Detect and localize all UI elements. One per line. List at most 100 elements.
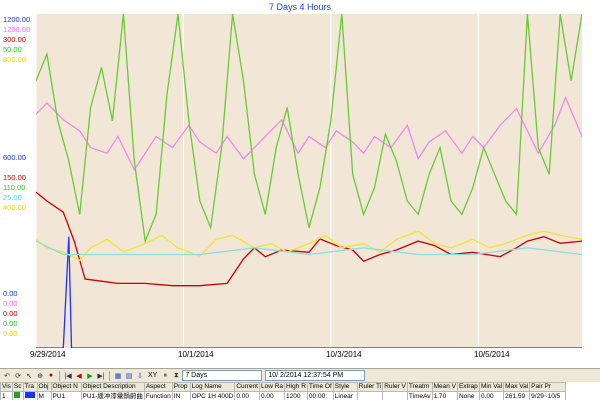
cell: 00:00: xyxy=(306,391,334,400)
col-header[interactable]: Low Ra xyxy=(258,382,286,392)
cell: 9/29~10/5 xyxy=(529,391,567,400)
scale-label: 0.00 xyxy=(3,309,18,318)
check-icon xyxy=(13,392,20,398)
scale-label: 0.00 xyxy=(3,289,18,298)
zoom-icon[interactable]: ⊕ xyxy=(35,370,45,381)
separator xyxy=(109,370,110,381)
scale-label: 0.00 xyxy=(3,319,18,328)
date-label: 10/3/2014 xyxy=(326,350,362,359)
cell: 0.00 xyxy=(258,391,286,400)
scale-label: 110.00 xyxy=(3,183,26,192)
back-icon[interactable]: ◀ xyxy=(74,370,84,381)
col-header[interactable]: Ruler V xyxy=(382,382,408,392)
scale-label: 0.00 xyxy=(3,329,18,338)
col-header[interactable]: Ruler Ti xyxy=(356,382,384,392)
table-row[interactable]: 1 M PU1 PU1-緩冲漆彙鍋蔚曲 Function IN OPC 1H 4… xyxy=(0,391,567,400)
col-header[interactable]: Object Description xyxy=(80,382,145,392)
cell: PU1-緩冲漆彙鍋蔚曲 xyxy=(80,391,145,400)
series-line-1 xyxy=(35,95,583,172)
stop-icon[interactable]: ● xyxy=(46,370,56,381)
scale-label: 1200.00 xyxy=(3,15,31,24)
separator xyxy=(59,370,60,381)
cell xyxy=(356,391,384,400)
cell-checkbox[interactable] xyxy=(11,391,24,400)
series-line-2 xyxy=(35,191,583,287)
time-range-value: 7 Days xyxy=(185,372,208,379)
cell: 1.70 xyxy=(431,391,458,400)
col-header[interactable]: Aspect xyxy=(143,382,173,392)
col-header[interactable]: Vis xyxy=(0,382,13,392)
date-label: 10/5/2014 xyxy=(474,350,510,359)
cell: PU1 xyxy=(50,391,82,400)
col-header[interactable]: Tra xyxy=(22,382,38,392)
cell: OPC 1H 400D xyxy=(189,391,236,400)
scale-label: 300.00 xyxy=(3,35,26,44)
col-header[interactable]: High R xyxy=(284,382,308,392)
col-header[interactable]: Treatm xyxy=(406,382,433,392)
cell: 0.00 xyxy=(478,391,505,400)
col-header[interactable]: Current xyxy=(234,382,260,392)
cell: IN xyxy=(171,391,191,400)
col-header[interactable]: Max Val xyxy=(503,382,531,392)
cell xyxy=(382,391,408,400)
series-line-0 xyxy=(36,236,582,349)
col-header[interactable]: Mean V xyxy=(431,382,458,392)
cell: None xyxy=(456,391,480,400)
undo-icon[interactable]: ↶ xyxy=(2,370,12,381)
scale-labels: 1200.00 1200.00 300.00 50.00 800.00 600.… xyxy=(0,14,36,348)
datetime-value: 10/ 2/2014 12:37:54 PM xyxy=(268,372,344,379)
date-label: 9/29/2014 xyxy=(30,350,66,359)
scale-label: 600.00 xyxy=(3,153,26,162)
trend-plot[interactable]: 7 Days 4 Hours 1200.00 1200.00 300.00 50… xyxy=(0,0,600,368)
export-icon[interactable]: ⇩ xyxy=(135,370,145,381)
cell: Linear xyxy=(332,391,358,400)
scale-label: 1200.00 xyxy=(3,25,31,34)
refresh-icon[interactable]: ⟳ xyxy=(13,370,23,381)
col-header[interactable]: Object N xyxy=(50,382,82,392)
cell: M xyxy=(36,391,52,400)
table-icon[interactable]: ▤ xyxy=(124,370,134,381)
scale-label: 25.00 xyxy=(3,193,22,202)
color-swatch xyxy=(24,392,35,398)
table-header-row: Vis Sc Tra Obj Object N Object Descripti… xyxy=(0,382,567,392)
chart-icon[interactable]: ▦ xyxy=(113,370,123,381)
plot-canvas[interactable] xyxy=(35,13,583,349)
scale-label: 150.00 xyxy=(3,173,26,182)
cell-color[interactable] xyxy=(22,391,38,400)
col-header[interactable]: Min Val xyxy=(478,382,505,392)
trend-title: 7 Days 4 Hours xyxy=(268,2,332,12)
series-line-3 xyxy=(35,13,583,244)
col-header[interactable]: Extrap xyxy=(456,382,480,392)
col-header[interactable]: Style xyxy=(332,382,358,392)
scale-label: 400.00 xyxy=(3,203,26,212)
play-icon[interactable]: ▶ xyxy=(85,370,95,381)
col-header[interactable]: Sc xyxy=(11,382,24,392)
trend-lines-svg xyxy=(35,13,583,349)
cell: 261.59 xyxy=(503,391,531,400)
col-header[interactable]: Log Name xyxy=(189,382,236,392)
time-range-select[interactable]: 7 Days xyxy=(182,370,263,381)
datetime-input[interactable]: 10/ 2/2014 12:37:54 PM xyxy=(265,370,366,381)
scale-label: 50.00 xyxy=(3,45,22,54)
trend-toolbar: ↶ ⟳ ↖ ⊕ ● |◀ ◀ ▶ ▶| ▦ ▤ ⇩ XY ⏸ ⧗ 7 Days … xyxy=(0,368,600,382)
hourglass-icon[interactable]: ⧗ xyxy=(171,370,181,381)
cell: TimeAv xyxy=(406,391,433,400)
cursor-icon[interactable]: ↖ xyxy=(24,370,34,381)
last-icon[interactable]: ▶| xyxy=(96,370,106,381)
cell: 1200 xyxy=(284,391,308,400)
cell: 1 xyxy=(0,391,13,400)
col-header[interactable]: Time Of xyxy=(306,382,334,392)
xy-button[interactable]: XY xyxy=(146,372,159,379)
scale-label: 800.00 xyxy=(3,55,26,64)
cell: Function xyxy=(143,391,173,400)
first-icon[interactable]: |◀ xyxy=(63,370,73,381)
col-header[interactable]: Pair Pr xyxy=(529,382,567,392)
trend-table: Vis Sc Tra Obj Object N Object Descripti… xyxy=(0,382,600,400)
pause-icon[interactable]: ⏸ xyxy=(160,370,170,381)
cell: 0.00 xyxy=(234,391,260,400)
col-header[interactable]: Prop xyxy=(171,382,191,392)
series-line-4 xyxy=(35,230,583,262)
date-label: 10/1/2014 xyxy=(178,350,214,359)
col-header[interactable]: Obj xyxy=(36,382,52,392)
scale-label: 0.00 xyxy=(3,299,18,308)
